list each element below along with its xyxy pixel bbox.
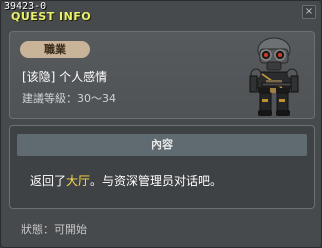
level-requirement: 建議等級：30～34 [22, 92, 116, 105]
quest-content-panel: 內容 返回了大厅。与资深管理员对话吧。 [9, 125, 315, 209]
quest-info-window: 39423-0 QUEST INFO × 職業 [该隐] 个人感情 建議等級：3… [0, 0, 322, 248]
content-text-before: 返回了 [30, 174, 67, 188]
quest-name: [该隐] 个人感情 [22, 70, 108, 84]
job-badge: 職業 [20, 41, 90, 58]
content-header: 內容 [17, 134, 307, 156]
content-text: 返回了大厅。与资深管理员对话吧。 [30, 172, 222, 189]
close-button[interactable]: × [302, 5, 316, 19]
quest-status: 狀態：可開始 [21, 223, 87, 236]
npc-avatar-icon [249, 37, 299, 116]
content-highlight-location: 大厅 [66, 174, 91, 188]
quest-info-panel: 職業 [该隐] 个人感情 建議等級：30～34 [9, 31, 315, 119]
window-title: QUEST INFO [11, 10, 92, 23]
content-text-after: 。与资深管理员对话吧。 [90, 174, 223, 188]
